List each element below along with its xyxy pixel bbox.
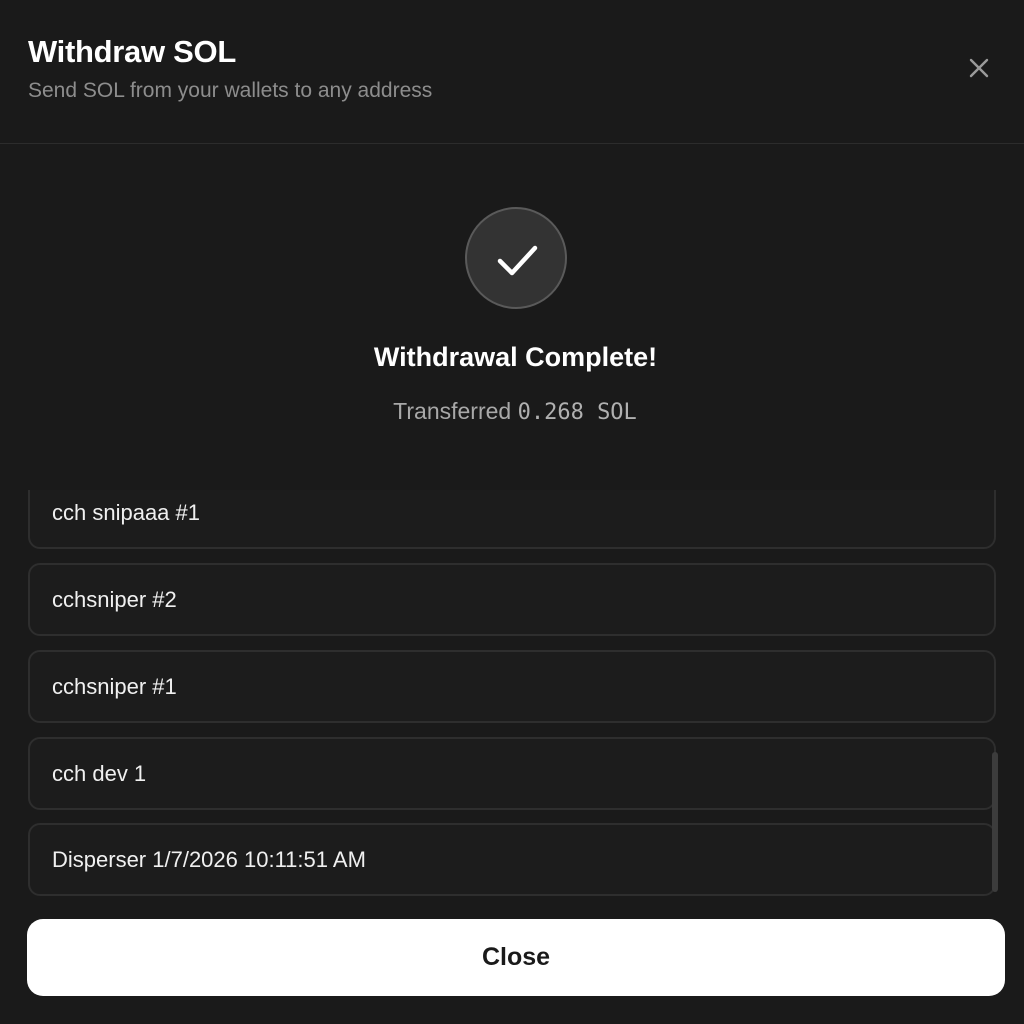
check-icon (497, 245, 538, 276)
wallet-item[interactable]: cchsniper #1 (28, 650, 996, 723)
transfer-summary: Transferred 0.268 SOL (0, 398, 1024, 425)
wallet-label: cchsniper #2 (52, 586, 177, 612)
modal-subtitle: Send SOL from your wallets to any addres… (28, 79, 433, 102)
transfer-prefix: Transferred (393, 398, 512, 424)
completion-title: Withdrawal Complete! (373, 342, 658, 372)
modal-header: Withdraw SOL Send SOL from your wallets … (0, 0, 1024, 144)
wallet-list[interactable]: cch snipaaa #1 cchsniper #2 cchsniper #1… (28, 490, 1000, 896)
success-badge (465, 207, 567, 309)
wallet-item[interactable]: cchsniper #2 (28, 563, 996, 636)
wallet-label: Disperser 1/7/2026 10:11:51 AM (52, 846, 366, 872)
close-icon[interactable] (963, 52, 995, 84)
wallet-label: cchsniper #1 (52, 673, 177, 699)
close-button[interactable]: Close (27, 919, 1005, 996)
transfer-amount: 0.268 SOL (517, 400, 637, 425)
wallet-item[interactable]: cch dev 1 (28, 737, 996, 810)
wallet-item[interactable]: cch snipaaa #1 (28, 490, 996, 549)
wallet-label: cch dev 1 (52, 760, 147, 786)
withdraw-modal: Withdraw SOL Send SOL from your wallets … (0, 0, 1024, 1024)
modal-title: Withdraw SOL (28, 34, 236, 69)
wallet-item[interactable]: Disperser 1/7/2026 10:11:51 AM (28, 823, 996, 896)
wallet-label: cch snipaaa #1 (52, 499, 200, 525)
list-scrollbar[interactable] (992, 752, 998, 892)
